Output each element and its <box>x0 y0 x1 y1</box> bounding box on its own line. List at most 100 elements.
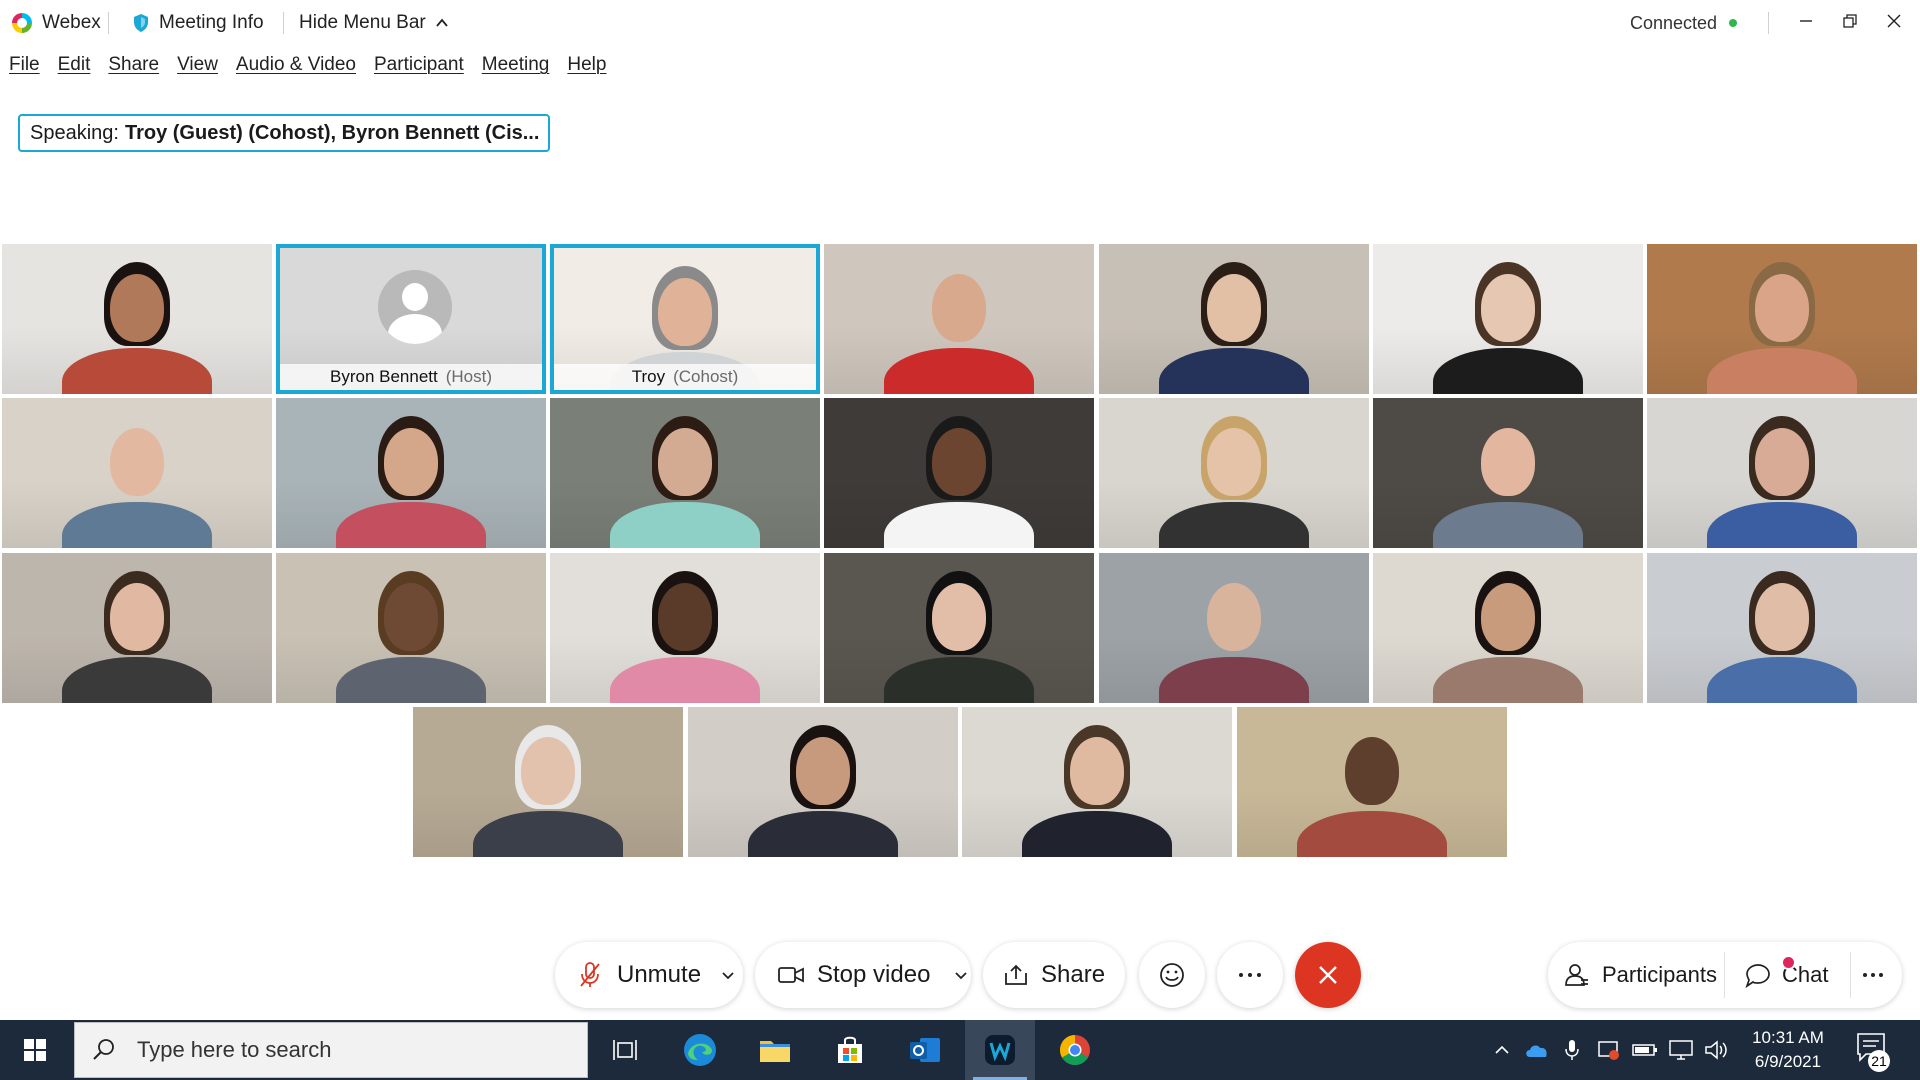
video-tile[interactable] <box>276 553 546 703</box>
chrome-button[interactable] <box>1040 1020 1110 1080</box>
share-label: Share <box>1041 961 1106 988</box>
clock-date: 6/9/2021 <box>1754 1052 1822 1071</box>
webex-app-menu[interactable]: Webex <box>12 10 101 36</box>
close-icon <box>1319 966 1337 984</box>
video-tile[interactable] <box>1237 707 1507 857</box>
shield-icon <box>1598 1041 1619 1060</box>
video-tile[interactable] <box>1373 244 1643 394</box>
video-tile[interactable] <box>2 244 272 394</box>
participant-face <box>1755 274 1809 342</box>
participant-role: (Host) <box>445 367 493 386</box>
more-options-button[interactable] <box>1217 942 1283 1008</box>
store-bag-icon <box>838 1036 862 1063</box>
participant-face <box>1345 737 1399 805</box>
microsoft-store-button[interactable] <box>815 1020 885 1080</box>
restore-button[interactable] <box>1830 6 1870 36</box>
participants-button[interactable]: Participants <box>1564 942 1717 1008</box>
video-tile[interactable] <box>550 398 820 548</box>
video-tile[interactable]: Byron Bennett (Host) <box>276 244 546 394</box>
chat-button[interactable]: Chat <box>1744 942 1828 1008</box>
minimize-button[interactable] <box>1786 6 1826 36</box>
video-tile[interactable] <box>688 707 958 857</box>
video-tile[interactable] <box>1647 244 1917 394</box>
hide-menu-bar-label: Hide Menu Bar <box>299 12 426 33</box>
chevron-down-icon[interactable] <box>721 968 735 982</box>
close-window-button[interactable] <box>1874 6 1914 36</box>
participant-face <box>1070 737 1124 805</box>
video-tile[interactable] <box>1099 398 1369 548</box>
participant-face <box>1481 583 1535 651</box>
video-tile[interactable] <box>550 553 820 703</box>
cloud-icon <box>1526 1045 1547 1057</box>
share-button[interactable]: Share <box>983 942 1125 1008</box>
battery-tray[interactable] <box>1630 1020 1660 1080</box>
minimize-icon <box>1800 20 1812 22</box>
system-clock[interactable]: 10:31 AM 6/9/2021 <box>1736 1026 1840 1074</box>
leave-meeting-button[interactable] <box>1295 942 1361 1008</box>
onedrive-tray[interactable] <box>1520 1020 1554 1080</box>
participant-face <box>1481 274 1535 342</box>
meeting-info-button[interactable]: Meeting Info <box>133 10 264 36</box>
file-explorer-button[interactable] <box>740 1020 810 1080</box>
security-tray[interactable] <box>1594 1020 1624 1080</box>
video-tile[interactable]: Troy (Cohost) <box>550 244 820 394</box>
show-hidden-icons-button[interactable] <box>1488 1020 1516 1080</box>
participant-face <box>658 583 712 651</box>
speaker-icon <box>1705 1040 1727 1060</box>
video-tile[interactable] <box>962 707 1232 857</box>
start-button[interactable] <box>0 1020 70 1080</box>
video-tile[interactable] <box>2 398 272 548</box>
video-tile[interactable] <box>824 398 1094 548</box>
menu-view[interactable]: View <box>177 54 218 84</box>
video-tile[interactable] <box>2 553 272 703</box>
menu-file[interactable]: File <box>9 54 40 84</box>
network-tray[interactable] <box>1666 1020 1696 1080</box>
title-separator <box>283 12 284 34</box>
microphone-muted-icon <box>579 961 601 989</box>
share-screen-icon <box>1003 963 1029 987</box>
video-tile[interactable] <box>824 244 1094 394</box>
task-view-button[interactable] <box>590 1020 660 1080</box>
menu-audio-video[interactable]: Audio & Video <box>236 54 356 84</box>
participant-face <box>1755 583 1809 651</box>
panel-more-button[interactable] <box>1862 942 1884 1008</box>
menu-edit[interactable]: Edit <box>58 54 91 84</box>
video-tile[interactable] <box>1099 553 1369 703</box>
outlook-button[interactable] <box>890 1020 960 1080</box>
video-tile[interactable] <box>824 553 1094 703</box>
unmute-button[interactable]: Unmute <box>555 942 743 1008</box>
edge-browser-button[interactable] <box>665 1020 735 1080</box>
video-tile[interactable] <box>276 398 546 548</box>
video-tile[interactable] <box>1099 244 1369 394</box>
emoji-reaction-icon <box>1158 961 1186 989</box>
outlook-icon <box>910 1038 940 1062</box>
microphone-tray[interactable] <box>1558 1020 1586 1080</box>
video-tile[interactable] <box>1373 553 1643 703</box>
menu-participant[interactable]: Participant <box>374 54 464 84</box>
speaking-names: Troy (Guest) (Cohost), Byron Bennett (Ci… <box>124 121 540 144</box>
title-separator <box>1768 12 1769 34</box>
hide-menu-bar-button[interactable]: Hide Menu Bar <box>299 10 450 36</box>
close-icon <box>1887 14 1901 28</box>
webex-taskbar-button[interactable] <box>965 1020 1035 1080</box>
menu-meeting[interactable]: Meeting <box>482 54 550 84</box>
taskbar-search-box[interactable]: Type here to search <box>74 1022 588 1078</box>
participant-face <box>1207 274 1261 342</box>
stop-video-button[interactable]: Stop video <box>755 942 971 1008</box>
status-dot-icon <box>1729 19 1738 27</box>
video-tile[interactable] <box>1647 398 1917 548</box>
video-tile[interactable] <box>413 707 683 857</box>
video-tile[interactable] <box>1647 553 1917 703</box>
folder-icon <box>760 1041 790 1062</box>
chevron-down-icon[interactable] <box>954 968 968 982</box>
connection-status: Connected <box>1630 10 1738 36</box>
volume-tray[interactable] <box>1702 1020 1732 1080</box>
video-tile[interactable] <box>1373 398 1643 548</box>
chat-bubble-icon <box>1745 964 1770 989</box>
clock-time: 10:31 AM <box>1752 1028 1824 1047</box>
unmute-label: Unmute <box>617 961 702 988</box>
menu-help[interactable]: Help <box>567 54 606 84</box>
reactions-button[interactable] <box>1139 942 1205 1008</box>
meeting-info-label: Meeting Info <box>159 12 264 33</box>
menu-share[interactable]: Share <box>108 54 159 84</box>
